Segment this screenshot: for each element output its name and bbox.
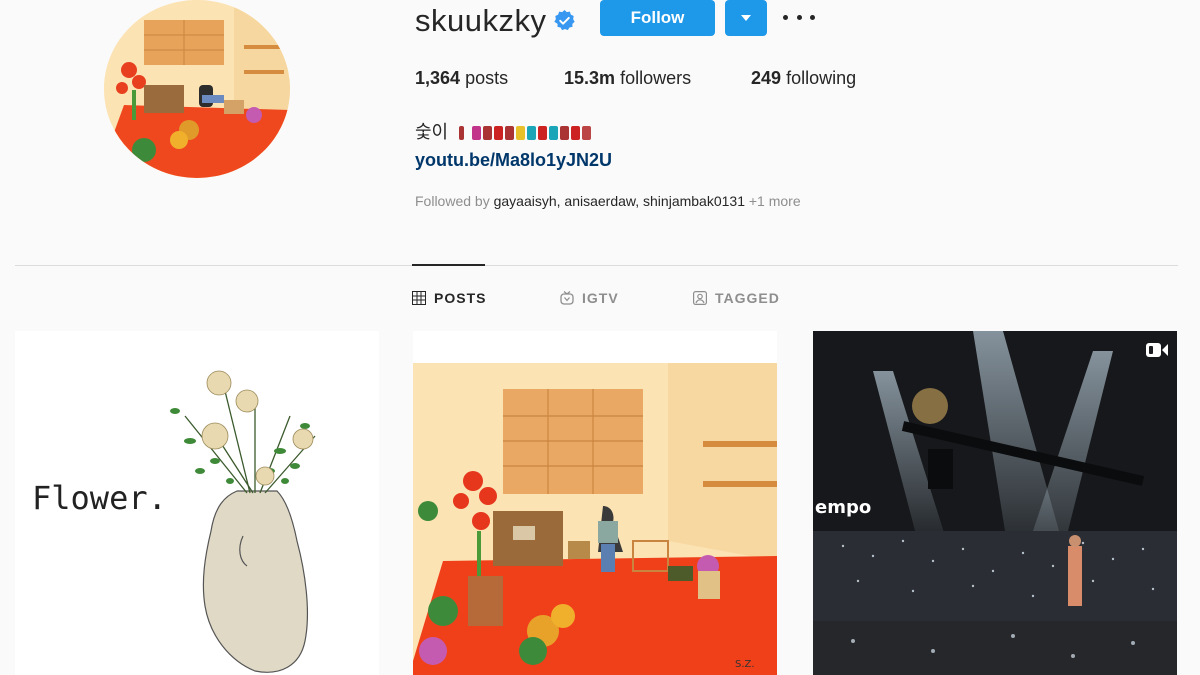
flower-text: Flower. — [32, 479, 167, 517]
tab-posts-label: POSTS — [434, 290, 487, 306]
following-label: following — [786, 68, 857, 88]
tab-igtv[interactable]: IGTV — [560, 290, 619, 306]
bio: 숯이 — [415, 118, 592, 144]
following-stat[interactable]: 249 following — [751, 68, 856, 89]
following-count: 249 — [751, 68, 782, 88]
follow-button[interactable]: Follow — [600, 0, 715, 36]
posts-stat: 1,364 posts — [415, 68, 508, 89]
posts-count: 1,364 — [415, 68, 461, 88]
active-tab-indicator — [412, 264, 485, 266]
followed-by-more: +1 more — [748, 193, 801, 209]
tab-tagged-label: TAGGED — [715, 290, 780, 306]
posts-label: posts — [465, 68, 509, 88]
followers-stat[interactable]: 15.3m followers — [564, 68, 691, 89]
followers-label: followers — [620, 68, 692, 88]
tabs-divider — [15, 265, 1178, 266]
igtv-icon — [560, 291, 574, 305]
tagged-icon — [693, 291, 707, 305]
profile-avatar[interactable] — [104, 0, 290, 178]
avatar-illustration — [104, 0, 290, 178]
tab-tagged[interactable]: TAGGED — [693, 290, 780, 306]
tab-igtv-label: IGTV — [582, 290, 619, 306]
followed-by-prefix: Followed by — [415, 193, 490, 209]
video-camera-icon — [1146, 343, 1168, 357]
post-thumbnail-room[interactable]: S.Z. — [413, 331, 777, 675]
room-illustration: S.Z. — [413, 363, 777, 675]
grid-icon — [412, 291, 426, 305]
post-thumbnail-concert[interactable]: empo — [813, 331, 1177, 675]
followers-count: 15.3m — [564, 68, 616, 88]
bio-emoji-icons — [459, 126, 592, 141]
suggested-accounts-button[interactable] — [725, 0, 767, 36]
flower-vase-illustration: Flower. — [32, 370, 316, 673]
tab-posts[interactable]: POSTS — [412, 290, 486, 306]
stage-text: empo — [815, 497, 871, 518]
post-thumbnail-flower[interactable]: Flower. — [15, 331, 379, 675]
artist-signature: S.Z. — [735, 659, 755, 670]
verified-badge-icon — [554, 9, 575, 31]
bio-text: 숯이 — [415, 122, 449, 142]
bio-link[interactable]: youtu.be/Ma8lo1yJN2U — [415, 150, 612, 171]
more-options-icon[interactable] — [783, 6, 815, 28]
followed-by-names: gayaaisyh, anisaerdaw, shinjambak0131 — [493, 193, 745, 209]
profile-username: skuukzky — [415, 3, 547, 38]
concert-stage-photo: empo — [813, 331, 1177, 675]
followed-by[interactable]: Followed by gayaaisyh, anisaerdaw, shinj… — [415, 193, 801, 209]
caret-down-icon — [741, 15, 751, 21]
